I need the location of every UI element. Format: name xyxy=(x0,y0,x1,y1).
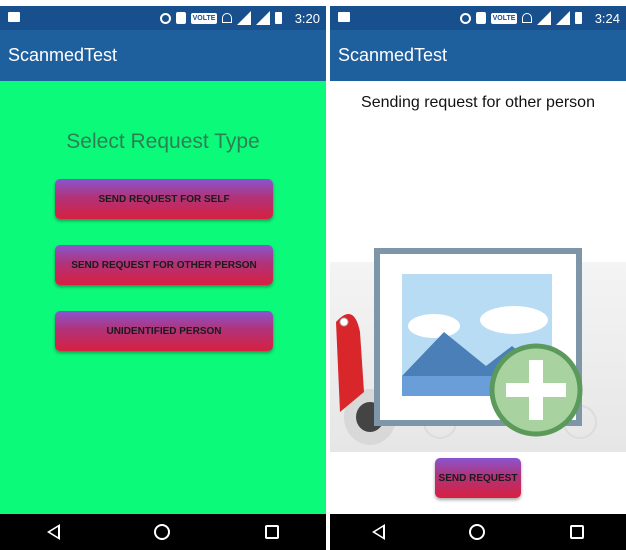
image-placeholder-icon[interactable] xyxy=(374,248,586,440)
send-request-self-button[interactable]: SEND REQUEST FOR SELF xyxy=(55,179,273,219)
wifi-icon xyxy=(522,13,532,23)
signal-icon xyxy=(556,11,570,25)
home-icon[interactable] xyxy=(469,524,486,540)
status-time: 3:24 xyxy=(594,11,620,26)
notification-icon xyxy=(8,12,20,22)
app-title: ScanmedTest xyxy=(8,45,118,65)
send-request-other-button[interactable]: SEND REQUEST FOR OTHER PERSON xyxy=(55,245,273,285)
navigation-bar xyxy=(330,514,626,550)
unidentified-person-button[interactable]: UNIDENTIFIED PERSON xyxy=(55,311,273,351)
status-bar: VOLTE 3:20 xyxy=(0,6,326,30)
signal-icon xyxy=(237,11,251,25)
hotspot-icon xyxy=(460,12,471,24)
vibrate-icon xyxy=(476,12,486,24)
vibrate-icon xyxy=(176,12,186,24)
request-heading: Sending request for other person xyxy=(361,94,595,111)
volte-icon: VOLTE xyxy=(491,12,517,24)
home-icon[interactable] xyxy=(154,524,171,540)
battery-icon xyxy=(575,12,582,24)
left-screen: VOLTE 3:20 ScanmedTest Select Request Ty… xyxy=(0,0,326,550)
status-bar: VOLTE 3:24 xyxy=(330,6,626,30)
battery-icon xyxy=(275,12,282,24)
hotspot-icon xyxy=(160,12,171,24)
notification-icon xyxy=(338,12,350,22)
volte-icon: VOLTE xyxy=(191,12,217,24)
send-request-button[interactable]: SEND REQUEST xyxy=(435,458,521,498)
wifi-icon xyxy=(222,13,232,23)
back-icon[interactable] xyxy=(47,524,61,540)
select-request-title: Select Request Type xyxy=(66,130,260,153)
status-icons: VOLTE xyxy=(460,11,582,25)
navigation-bar xyxy=(0,514,326,550)
signal-icon xyxy=(537,11,551,25)
right-screen: VOLTE 3:24 ScanmedTest Sending request f… xyxy=(330,0,626,550)
signal-icon xyxy=(256,11,270,25)
recents-icon[interactable] xyxy=(569,525,584,539)
back-icon[interactable] xyxy=(372,524,386,540)
status-icons: VOLTE xyxy=(160,11,282,25)
app-bar: ScanmedTest xyxy=(330,30,626,81)
app-title: ScanmedTest xyxy=(338,45,448,65)
app-bar: ScanmedTest xyxy=(0,30,326,81)
recents-icon[interactable] xyxy=(264,525,279,539)
status-time: 3:20 xyxy=(294,11,320,26)
